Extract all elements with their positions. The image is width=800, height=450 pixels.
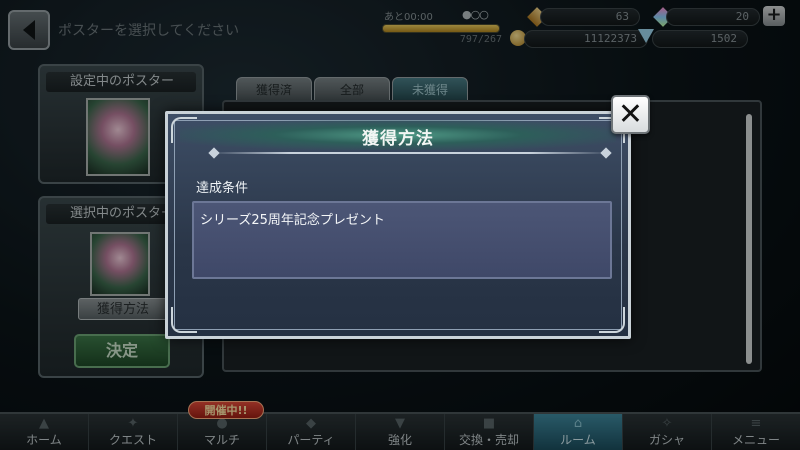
title-divider — [210, 152, 610, 154]
close-icon: ✕ — [617, 96, 644, 132]
corner-ornament — [171, 307, 197, 333]
condition-label: 達成条件 — [196, 181, 249, 196]
condition-text: シリーズ25周年記念プレゼント — [200, 213, 385, 228]
condition-box: シリーズ25周年記念プレゼント — [192, 201, 612, 279]
corner-ornament — [599, 307, 625, 333]
acquire-method-dialog: 獲得方法 達成条件 シリーズ25周年記念プレゼント — [165, 111, 631, 339]
dialog-title-bar: 獲得方法 — [180, 120, 616, 154]
close-button[interactable]: ✕ — [611, 95, 650, 134]
dialog-title: 獲得方法 — [362, 129, 434, 149]
